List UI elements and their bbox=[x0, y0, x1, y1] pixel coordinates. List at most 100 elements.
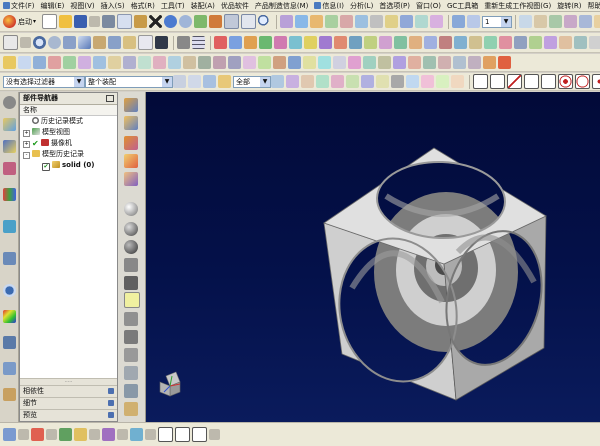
graphics-viewport[interactable] bbox=[146, 92, 600, 422]
delete-icon[interactable] bbox=[149, 15, 163, 28]
surface-tool-icon[interactable] bbox=[78, 56, 91, 69]
snap-mode-combo[interactable]: 全部 ▼ bbox=[233, 75, 271, 88]
command-icon[interactable] bbox=[209, 15, 223, 28]
work-layer-combo[interactable]: 1 ▼ bbox=[482, 15, 513, 28]
system-material-icon[interactable] bbox=[3, 310, 16, 323]
feature-tool-icon[interactable] bbox=[424, 36, 437, 49]
orient-view-icon[interactable] bbox=[93, 36, 106, 49]
web-browser-icon[interactable] bbox=[3, 252, 16, 265]
surface-tool-icon[interactable] bbox=[108, 56, 121, 69]
layer-visible-icon[interactable] bbox=[467, 15, 481, 28]
expand-icon[interactable]: + bbox=[23, 130, 30, 137]
drafting-tool-icon[interactable] bbox=[130, 428, 143, 441]
feature-tool-icon[interactable] bbox=[559, 36, 572, 49]
menu-regenerate-view[interactable]: 重新生成工作视图(G) bbox=[481, 0, 554, 11]
surface-tool-icon[interactable] bbox=[393, 56, 406, 69]
part-navigator-icon[interactable] bbox=[3, 118, 16, 131]
snap-line-icon[interactable] bbox=[507, 74, 522, 89]
column-header-name[interactable]: 名称 bbox=[20, 105, 117, 116]
tree-node-history-mode[interactable]: 历史记录模式 bbox=[20, 116, 117, 127]
layer-tool-icon[interactable] bbox=[519, 15, 533, 28]
surface-tool-icon[interactable] bbox=[153, 56, 166, 69]
surface-tool-icon[interactable] bbox=[288, 56, 301, 69]
snap-tool-icon[interactable] bbox=[406, 75, 419, 88]
menu-view[interactable]: 视图(V) bbox=[67, 0, 97, 11]
dropdown-arrow-icon[interactable] bbox=[89, 16, 101, 27]
studio-icon[interactable] bbox=[124, 276, 138, 290]
surface-tool-icon[interactable] bbox=[183, 56, 196, 69]
snap-center-icon[interactable] bbox=[558, 74, 573, 89]
assembly-tool-icon[interactable] bbox=[295, 15, 309, 28]
feature-tool-icon[interactable] bbox=[214, 36, 227, 49]
surface-tool-icon[interactable] bbox=[63, 56, 76, 69]
cone-icon[interactable] bbox=[124, 136, 138, 150]
layer-tool-icon[interactable] bbox=[594, 15, 600, 28]
hd3d-icon[interactable] bbox=[3, 220, 16, 233]
history-icon[interactable] bbox=[3, 284, 16, 297]
assembly-tool-icon[interactable] bbox=[355, 15, 369, 28]
layer-tool-icon[interactable] bbox=[564, 15, 578, 28]
find-icon[interactable] bbox=[258, 15, 272, 28]
feature-tool-icon[interactable] bbox=[274, 36, 287, 49]
snap-point-icon[interactable] bbox=[218, 75, 231, 88]
assembly-navigator-icon[interactable] bbox=[3, 140, 16, 153]
feature-tool-icon[interactable] bbox=[229, 36, 242, 49]
surface-tool-icon[interactable] bbox=[18, 56, 31, 69]
surface-tool-icon[interactable] bbox=[378, 56, 391, 69]
feature-tool-icon[interactable] bbox=[439, 36, 452, 49]
surface-tool-icon[interactable] bbox=[33, 56, 46, 69]
menu-insert[interactable]: 插入(S) bbox=[98, 0, 128, 11]
sphere-icon[interactable] bbox=[124, 154, 138, 168]
view-cube-icon[interactable] bbox=[108, 36, 121, 49]
feature-tool-icon[interactable] bbox=[469, 36, 482, 49]
section-details[interactable]: 细节 bbox=[20, 397, 117, 409]
filter-icon[interactable] bbox=[203, 75, 216, 88]
surface-tool-icon[interactable] bbox=[123, 56, 136, 69]
surface-tool-icon[interactable] bbox=[318, 56, 331, 69]
surface-tool-icon[interactable] bbox=[168, 56, 181, 69]
feature-tool-icon[interactable] bbox=[409, 36, 422, 49]
feature-tool-icon[interactable] bbox=[499, 36, 512, 49]
snap-tool-icon[interactable] bbox=[451, 75, 464, 88]
snap-tool-icon[interactable] bbox=[286, 75, 299, 88]
surface-tool-icon[interactable] bbox=[438, 56, 451, 69]
menu-pmi[interactable]: 产品制造信息(M) bbox=[252, 0, 312, 11]
tree-node-model-history[interactable]: - 模型历史记录 bbox=[20, 149, 117, 160]
dropdown-arrow-icon[interactable] bbox=[46, 429, 57, 440]
tree-node-cameras[interactable]: + ✔ 摄像机 bbox=[20, 138, 117, 149]
snap-tool-icon[interactable] bbox=[316, 75, 329, 88]
surface-tool-icon[interactable] bbox=[273, 56, 286, 69]
feature-tool-icon[interactable] bbox=[454, 36, 467, 49]
block-icon[interactable] bbox=[124, 172, 138, 186]
surface-tool-icon[interactable] bbox=[363, 56, 376, 69]
dropdown-arrow-icon[interactable] bbox=[20, 37, 31, 48]
cylinder-icon[interactable] bbox=[124, 116, 138, 130]
assembly-tool-icon[interactable] bbox=[400, 15, 414, 28]
assembly-tool-icon[interactable] bbox=[415, 15, 429, 28]
assembly-tool-icon[interactable] bbox=[325, 15, 339, 28]
select-icon[interactable] bbox=[188, 75, 201, 88]
snap-tool-icon[interactable] bbox=[391, 75, 404, 88]
surface-tool-icon[interactable] bbox=[48, 56, 61, 69]
menu-information[interactable]: 信息(I) bbox=[311, 0, 347, 11]
snap-tool-icon[interactable] bbox=[436, 75, 449, 88]
layer-tool-icon[interactable] bbox=[579, 15, 593, 28]
surface-tool-icon[interactable] bbox=[468, 56, 481, 69]
assembly-tool-icon[interactable] bbox=[385, 15, 399, 28]
tree-node-solid[interactable]: ✔ solid (0) bbox=[20, 160, 117, 171]
face-analysis-icon[interactable] bbox=[124, 258, 138, 272]
roles-icon[interactable] bbox=[3, 388, 16, 401]
drafting-tool-icon[interactable] bbox=[59, 428, 72, 441]
drafting-tool-icon[interactable] bbox=[102, 428, 115, 441]
shade-wire-icon[interactable] bbox=[124, 240, 138, 254]
surface-tool-icon[interactable] bbox=[423, 56, 436, 69]
box-tool-icon[interactable] bbox=[177, 36, 190, 49]
dropdown-arrow-icon[interactable] bbox=[89, 429, 100, 440]
section-icon[interactable] bbox=[124, 348, 138, 362]
menu-rotate[interactable]: 旋转(R) bbox=[554, 0, 584, 11]
surface-tool-icon[interactable] bbox=[453, 56, 466, 69]
menu-analysis[interactable]: 分析(L) bbox=[347, 0, 376, 11]
shade-dark-icon[interactable] bbox=[124, 222, 138, 236]
surface-tool-icon[interactable] bbox=[3, 56, 16, 69]
assembly-tool-icon[interactable] bbox=[340, 15, 354, 28]
